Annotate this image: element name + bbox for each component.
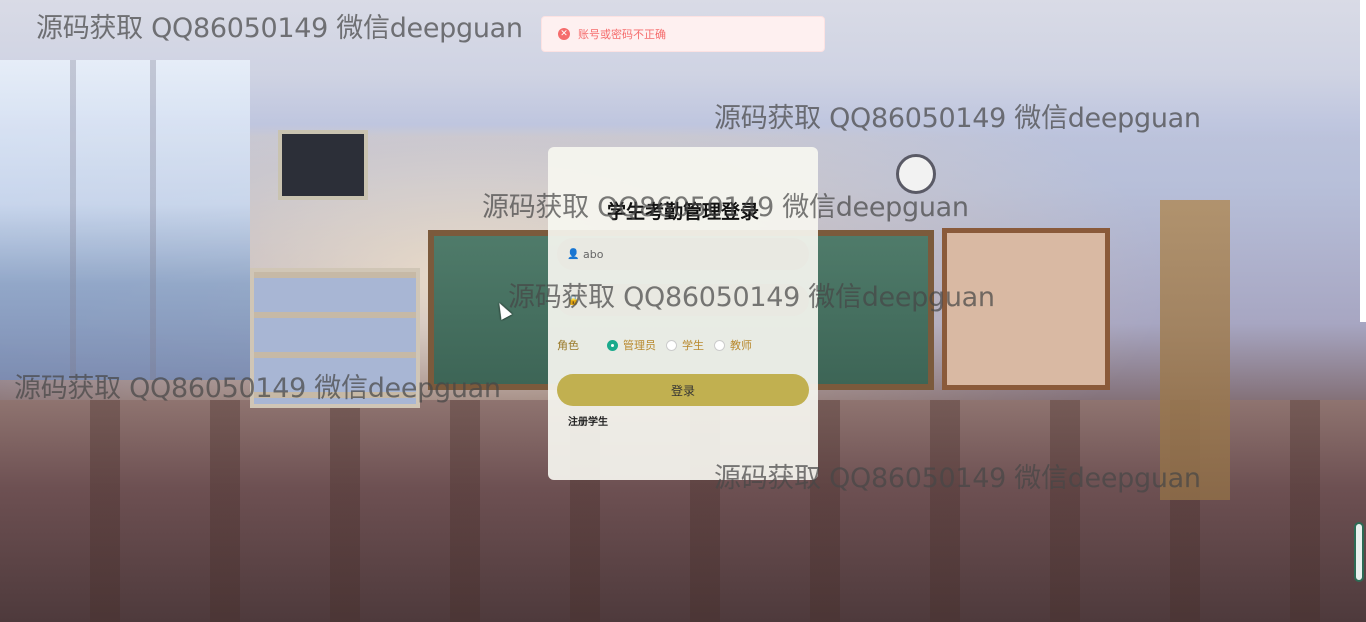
role-selector: 角色 管理员 学生 教师 bbox=[557, 337, 762, 353]
role-radio-teacher[interactable]: 教师 bbox=[714, 337, 752, 353]
role-radio-admin[interactable]: 管理员 bbox=[607, 337, 656, 353]
radio-dot[interactable] bbox=[607, 339, 618, 351]
role-label: 角色 bbox=[557, 339, 579, 352]
corkboard bbox=[942, 228, 1110, 390]
login-title: 学生考勤管理登录 bbox=[606, 201, 759, 223]
login-button[interactable]: 登录 bbox=[557, 374, 809, 406]
radio-dot[interactable] bbox=[666, 339, 677, 351]
role-option-label: 学生 bbox=[682, 339, 704, 352]
error-toast: ✕ 账号或密码不正确 bbox=[541, 16, 825, 52]
username-field[interactable]: 👤 abo bbox=[557, 238, 809, 270]
radio-dot[interactable] bbox=[714, 339, 725, 351]
role-option-label: 教师 bbox=[730, 339, 752, 352]
toast-message: 账号或密码不正确 bbox=[578, 28, 666, 41]
login-card: 学生考勤管理登录 👤 abo 🔒 角色 管理员 学生 教师 登录 注册学生 bbox=[548, 147, 818, 480]
role-radio-student[interactable]: 学生 bbox=[666, 337, 704, 353]
role-option-label: 管理员 bbox=[623, 339, 656, 352]
scrollbar-thumb[interactable] bbox=[1354, 522, 1364, 582]
error-icon: ✕ bbox=[558, 28, 570, 40]
wall-tv bbox=[278, 130, 368, 200]
password-field[interactable]: 🔒 bbox=[557, 284, 809, 316]
lock-icon: 🔒 bbox=[567, 294, 580, 306]
wall-clock-icon bbox=[896, 154, 936, 194]
bookshelf bbox=[250, 268, 420, 408]
page-edge bbox=[1360, 0, 1366, 322]
username-value[interactable]: abo bbox=[583, 248, 603, 261]
user-icon: 👤 bbox=[567, 248, 580, 260]
register-student-link[interactable]: 注册学生 bbox=[568, 413, 608, 428]
classroom-door bbox=[1160, 200, 1230, 500]
